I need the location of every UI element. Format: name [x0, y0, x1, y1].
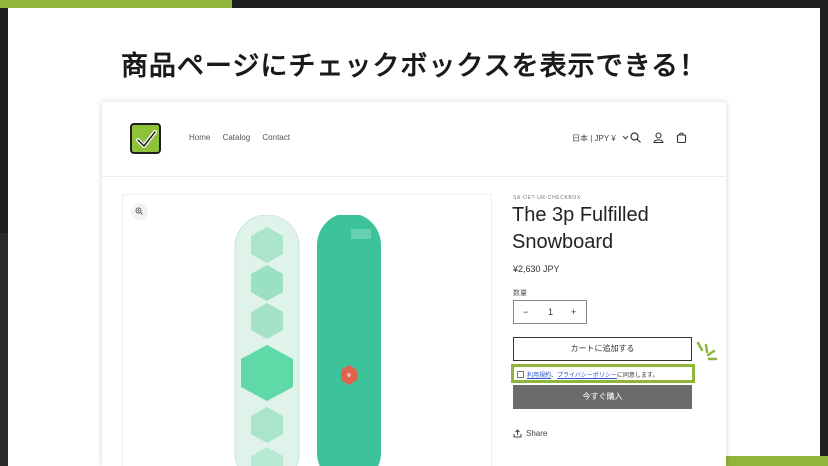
main-nav: Home Catalog Contact	[189, 133, 300, 142]
search-icon[interactable]	[630, 132, 641, 143]
quantity-stepper: − 1 +	[513, 300, 587, 324]
snowboard-image	[234, 215, 381, 466]
shop-window: Home Catalog Contact 日本 | JPY ¥ SA-OET-U…	[102, 102, 726, 466]
zoom-icon	[135, 207, 143, 215]
product-price: ¥2,630 JPY	[513, 264, 560, 274]
agreement-text: 利用規約、プライバシーポリシーに同意します。	[527, 370, 658, 379]
checkmark-icon	[136, 130, 157, 148]
nav-home[interactable]: Home	[189, 133, 210, 142]
agreement-checkbox[interactable]	[517, 371, 524, 378]
zoom-button[interactable]	[131, 203, 148, 220]
banner-headline: 商品ページにチェックボックスを表示できる！	[120, 51, 708, 82]
privacy-policy-link[interactable]: プライバシーポリシー	[557, 372, 617, 379]
share-icon	[513, 429, 522, 438]
decor-bar-bottom	[726, 456, 828, 466]
sparkle-accent-icon	[696, 341, 718, 361]
terms-link[interactable]: 利用規約	[527, 372, 551, 379]
locale-label: 日本 | JPY ¥	[572, 134, 616, 143]
quantity-label: 数量	[513, 289, 527, 297]
buy-now-button[interactable]: 今すぐ購入	[513, 385, 692, 409]
quantity-minus-button[interactable]: −	[523, 307, 528, 317]
quantity-value[interactable]: 1	[548, 307, 553, 317]
nav-contact[interactable]: Contact	[262, 133, 290, 142]
product-vendor: SA-OET-UR-CHECKBOX	[513, 195, 581, 201]
add-to-cart-button[interactable]: カートに追加する	[513, 337, 692, 361]
agreement-checkbox-row: 利用規約、プライバシーポリシーに同意します。	[511, 364, 695, 383]
store-logo[interactable]	[130, 123, 161, 154]
nav-catalog[interactable]: Catalog	[223, 133, 251, 142]
quantity-plus-button[interactable]: +	[571, 307, 576, 317]
locale-selector[interactable]: 日本 | JPY ¥	[572, 133, 629, 144]
decor-bar-top	[0, 0, 232, 8]
account-icon[interactable]	[653, 132, 664, 143]
share-label: Share	[526, 429, 548, 438]
cart-icon[interactable]	[676, 132, 687, 143]
product-gallery	[122, 194, 492, 466]
agreement-suffix: に同意します。	[616, 372, 659, 379]
share-button[interactable]: Share	[513, 429, 547, 438]
product-title: The 3p Fulfilled Snowboard	[512, 204, 649, 253]
chevron-down-icon	[622, 135, 629, 140]
header-divider	[102, 176, 726, 177]
